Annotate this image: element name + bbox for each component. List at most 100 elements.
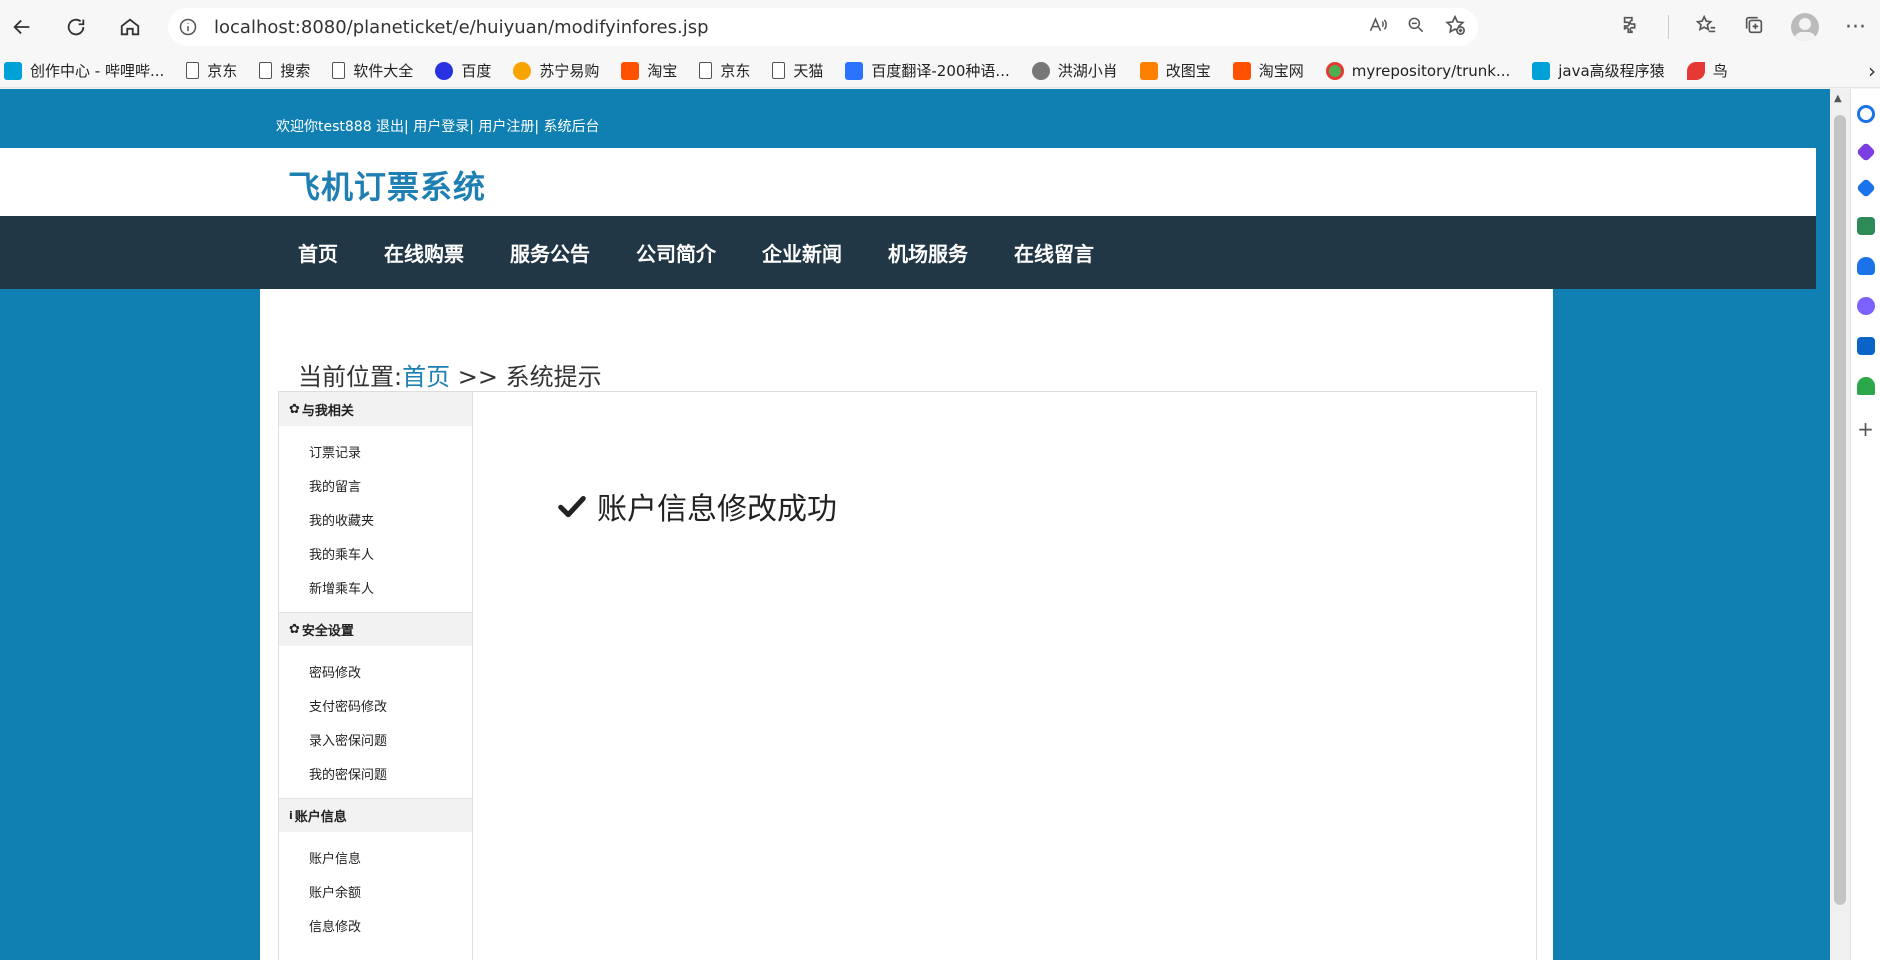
bookmark-item[interactable]: 百度翻译-200种语... [845, 60, 1010, 81]
sidebar-section-heading: ✿ 与我相关 [279, 392, 472, 426]
section-title: 账户信息 [294, 810, 347, 825]
bookmark-item[interactable]: java高级程序猿 [1532, 60, 1665, 81]
sidebar-item-add-passenger[interactable]: 新增乘车人 [279, 570, 472, 604]
breadcrumb-current: >> 系统提示 [450, 363, 602, 391]
sidebar-item-balance[interactable]: 账户余额 [279, 874, 472, 908]
breadcrumb: 当前位置:首页 >> 系统提示 [298, 357, 602, 392]
bookmark-item[interactable]: 搜索 [259, 60, 310, 81]
copilot-icon[interactable] [1855, 142, 1876, 162]
scroll-up-icon[interactable]: ▲ [1834, 93, 1842, 104]
bookmark-item[interactable]: 创作中心 - 哔哩哔... [4, 60, 164, 81]
collections-icon[interactable] [1743, 14, 1765, 40]
breadcrumb-prefix: 当前位置: [298, 363, 403, 391]
site-title: 飞机订票系统 [288, 168, 487, 206]
tree-icon[interactable] [1856, 377, 1875, 395]
page-icon [259, 62, 273, 79]
add-favorite-icon[interactable] [1444, 14, 1466, 40]
sidebar-item-my-messages[interactable]: 我的留言 [279, 468, 472, 502]
bookmark-label: java高级程序猿 [1558, 62, 1665, 80]
page-icon [186, 62, 200, 79]
read-aloud-icon[interactable] [1368, 15, 1388, 39]
member-sidebar: ✿ 与我相关 订票记录 我的留言 我的收藏夹 我的乘车人 新增乘车人 ✿ 安全设置 … [279, 392, 473, 960]
bookmark-item[interactable]: 苏宁易购 [513, 60, 599, 81]
bookmark-item[interactable]: 京东 [186, 60, 237, 81]
info-icon: i [289, 809, 293, 822]
bookmark-item[interactable]: 淘宝 [621, 60, 677, 81]
nav-messages[interactable]: 在线留言 [1014, 238, 1094, 267]
breadcrumb-home-link[interactable]: 首页 [402, 363, 450, 391]
profile-avatar[interactable] [1791, 13, 1819, 41]
sidebar-item-my-security-question[interactable]: 我的密保问题 [279, 756, 472, 790]
bookmark-label: myrepository/trunk... [1351, 61, 1511, 80]
bookmark-label: 创作中心 - 哔哩哔... [30, 62, 165, 80]
translate-icon [845, 61, 864, 80]
outlook-icon[interactable] [1856, 337, 1875, 355]
bookmark-label: 百度 [461, 62, 492, 80]
user-links[interactable]: 欢迎你test888 退出| 用户登录| 用户注册| 系统后台 [276, 116, 600, 136]
tools-icon[interactable] [1856, 217, 1875, 235]
bookmark-label: 鸟 [1712, 62, 1728, 80]
sidebar-section-heading: i 账户信息 [279, 798, 472, 832]
home-icon[interactable] [112, 9, 148, 45]
sidebar-item-change-pay-password[interactable]: 支付密码修改 [279, 688, 472, 722]
bookmark-item[interactable]: 鸟 [1686, 60, 1728, 81]
system-message: 账户信息修改成功 [557, 484, 837, 528]
bookmark-item[interactable]: myrepository/trunk... [1325, 61, 1511, 80]
refresh-icon[interactable] [58, 9, 94, 45]
address-bar[interactable]: localhost:8080/planeticket/e/huiyuan/mod… [168, 8, 1478, 46]
bookmark-label: 京东 [207, 62, 238, 80]
bookmark-label: 百度翻译-200种语... [871, 62, 1010, 80]
office-icon[interactable] [1856, 297, 1875, 315]
bookmark-item[interactable]: 京东 [699, 60, 750, 81]
content-area: 当前位置:首页 >> 系统提示 ✿ 与我相关 订票记录 我的留言 我的收藏夹 我的… [260, 289, 1553, 960]
bookmark-label: 天猫 [793, 62, 824, 80]
nav-announcements[interactable]: 服务公告 [510, 238, 590, 267]
back-icon[interactable] [4, 9, 40, 45]
bookmark-item[interactable]: 淘宝网 [1232, 60, 1304, 81]
nav-about[interactable]: 公司简介 [636, 238, 716, 267]
chrome-icon [1325, 61, 1344, 80]
bookmark-label: 软件大全 [353, 62, 414, 80]
sidebar-item-account-info[interactable]: 账户信息 [279, 840, 472, 874]
sidebar-item-change-password[interactable]: 密码修改 [279, 654, 472, 688]
shopping-icon[interactable] [1855, 178, 1876, 198]
url-text[interactable]: localhost:8080/planeticket/e/huiyuan/mod… [214, 17, 709, 38]
add-icon[interactable]: + [1857, 417, 1874, 441]
bilibili-icon [1532, 61, 1551, 80]
more-menu-icon[interactable]: ··· [1845, 15, 1866, 40]
bookmark-label: 改图宝 [1165, 62, 1211, 80]
site-info-icon[interactable] [168, 17, 208, 37]
bilibili-icon [4, 61, 22, 80]
sidebar-item-favorites[interactable]: 我的收藏夹 [279, 502, 472, 536]
sidebar-item-enter-security-question[interactable]: 录入密保问题 [279, 722, 472, 756]
nav-home[interactable]: 首页 [298, 238, 338, 267]
bookmark-item[interactable]: 天猫 [772, 60, 823, 81]
search-icon[interactable] [1856, 105, 1875, 123]
bookmark-label: 洪湖小肖 [1057, 62, 1118, 80]
people-icon[interactable] [1856, 257, 1875, 275]
gaitu-icon [1139, 61, 1158, 80]
page-icon [332, 62, 346, 79]
bookmark-item[interactable]: 软件大全 [332, 60, 413, 81]
page-scrollbar[interactable]: ▲ [1830, 89, 1850, 960]
extensions-icon[interactable] [1620, 14, 1642, 40]
suning-icon [513, 61, 532, 80]
sidebar-item-booking-records[interactable]: 订票记录 [279, 434, 472, 468]
zoom-out-icon[interactable] [1406, 15, 1426, 39]
nav-airport-services[interactable]: 机场服务 [888, 238, 968, 267]
bookmark-label: 搜索 [280, 62, 311, 80]
bookmark-item[interactable]: 改图宝 [1139, 60, 1211, 81]
bookmarks-overflow-icon[interactable]: › [1868, 54, 1876, 87]
taobao-icon [621, 61, 640, 80]
nav-buy-tickets[interactable]: 在线购票 [384, 238, 464, 267]
sidebar-item-edit-info[interactable]: 信息修改 [279, 908, 472, 942]
nav-news[interactable]: 企业新闻 [762, 238, 842, 267]
bookmark-item[interactable]: 百度 [435, 60, 491, 81]
page-viewport: 欢迎你test888 退出| 用户登录| 用户注册| 系统后台 飞机订票系统 首… [0, 89, 1830, 960]
sidebar-section-heading: ✿ 安全设置 [279, 612, 472, 646]
favorites-icon[interactable] [1695, 14, 1717, 40]
bookmark-item[interactable]: 洪湖小肖 [1031, 60, 1118, 81]
sidebar-item-passengers[interactable]: 我的乘车人 [279, 536, 472, 570]
scrollbar-thumb[interactable] [1834, 115, 1846, 905]
site-header: 飞机订票系统 [0, 148, 1816, 216]
